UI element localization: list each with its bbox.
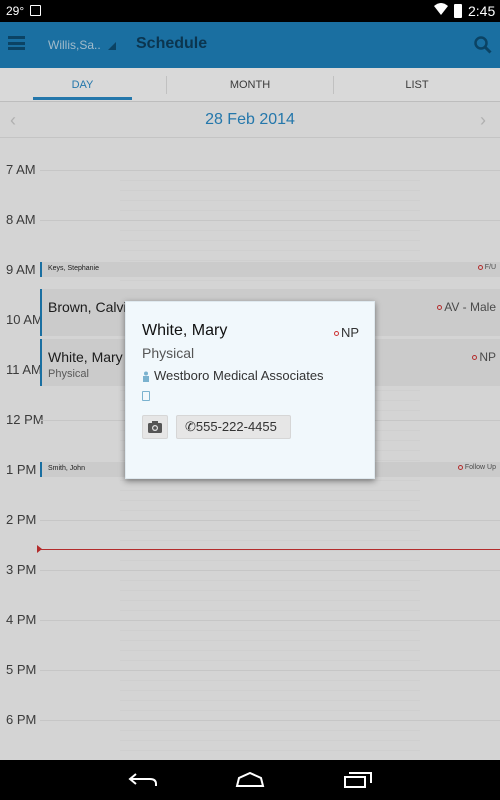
recents-icon[interactable]: [343, 772, 373, 793]
phone-button[interactable]: ✆555-222-4455: [176, 415, 291, 439]
document-icon[interactable]: [142, 391, 150, 401]
clock-text: 2:45: [468, 3, 496, 19]
phone-icon: ✆: [185, 419, 196, 434]
temperature-text: 29°: [6, 4, 25, 18]
status-bar: 29° 2:45: [0, 0, 500, 22]
appointment-type: Physical: [142, 345, 195, 361]
practice-name: Westboro Medical Associates: [154, 368, 324, 383]
system-nav-bar: [0, 760, 500, 800]
camera-icon[interactable]: [142, 415, 168, 439]
battery-icon: [454, 4, 462, 18]
patient-name: White, Mary: [142, 322, 228, 339]
wifi-icon: [433, 2, 449, 19]
home-icon[interactable]: [235, 771, 265, 793]
appointment-popup: White, Mary NP Physical Westboro Medical…: [125, 301, 375, 479]
practice-icon: [142, 369, 150, 382]
phone-number: 555-222-4455: [195, 419, 277, 434]
status-ring-icon: [334, 331, 339, 337]
back-icon[interactable]: [128, 772, 158, 793]
appointment-status: NP: [334, 325, 359, 340]
image-notification-icon: [30, 5, 41, 16]
